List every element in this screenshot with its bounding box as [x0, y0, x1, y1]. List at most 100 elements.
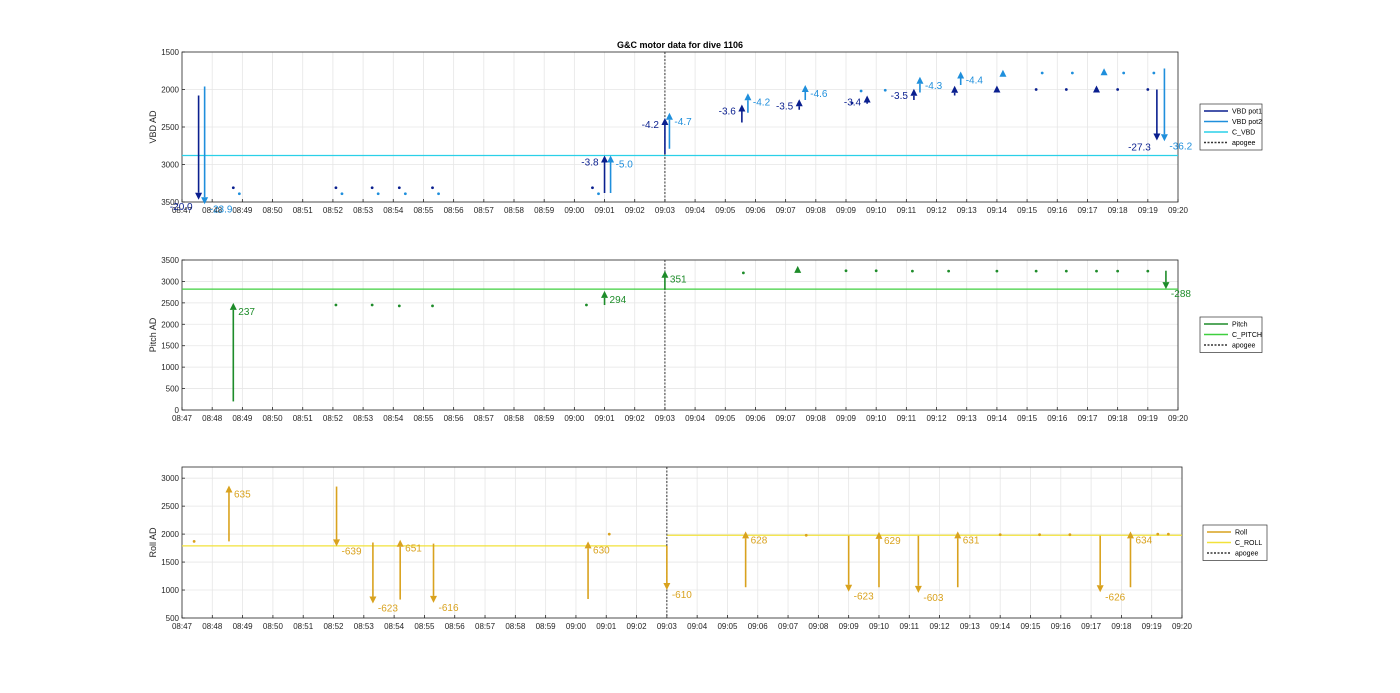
x-tick-label: 09:04 — [685, 414, 706, 423]
data-marker — [1095, 269, 1098, 273]
y-tick-label: 1000 — [161, 586, 179, 595]
x-tick-label: 08:48 — [202, 622, 223, 631]
x-tick-label: 09:03 — [657, 622, 678, 631]
arrow-value-label: -4.7 — [674, 117, 692, 128]
x-tick-label: 09:16 — [1051, 622, 1072, 631]
y-axis-label: VBD AD — [148, 110, 158, 144]
x-tick-label: 09:02 — [627, 622, 648, 631]
data-marker — [1116, 269, 1120, 273]
x-tick-label: 08:49 — [232, 414, 253, 423]
y-tick-label: 500 — [166, 385, 180, 394]
legend: Pitch C_PITCHapogee — [1199, 316, 1263, 353]
x-tick-label: 09:08 — [808, 622, 829, 631]
data-marker — [1038, 533, 1041, 537]
x-tick-label: 09:20 — [1168, 414, 1189, 423]
data-marker — [370, 303, 374, 307]
arrow-value-label: 628 — [751, 535, 768, 546]
x-tick-label: 08:57 — [474, 414, 495, 423]
data-marker — [591, 186, 594, 190]
data-marker — [1146, 269, 1150, 273]
x-tick-label: 09:11 — [897, 206, 917, 215]
chart-title: G&C motor data for dive 1106 — [617, 40, 743, 50]
data-marker — [192, 539, 196, 543]
x-tick-label: 09:08 — [806, 206, 827, 215]
arrow-value-label: -4.4 — [966, 76, 984, 87]
x-tick-label: 08:54 — [383, 206, 404, 215]
x-tick-label: 09:07 — [778, 622, 799, 631]
legend: VBD pot1 VBD pot2 C_VBDapogee — [1199, 103, 1263, 151]
x-tick-label: 08:49 — [232, 206, 253, 215]
arrow-value-label: 629 — [884, 536, 901, 547]
x-tick-label: 09:11 — [897, 414, 917, 423]
x-tick-label: 08:56 — [444, 206, 465, 215]
x-tick-label: 08:53 — [353, 206, 374, 215]
x-tick-label: 08:52 — [323, 622, 344, 631]
data-marker — [998, 533, 1002, 537]
x-tick-label: 08:51 — [293, 622, 314, 631]
data-marker — [911, 269, 914, 273]
x-tick-label: 09:11 — [900, 622, 920, 631]
data-marker — [334, 303, 338, 307]
y-tick-label: 1500 — [161, 48, 179, 57]
x-tick-label: 09:19 — [1138, 414, 1159, 423]
arrow-value-label: 351 — [670, 275, 687, 286]
x-tick-label: 08:58 — [505, 622, 526, 631]
y-tick-label: 2500 — [161, 299, 179, 308]
x-tick-label: 09:06 — [745, 206, 766, 215]
arrow-value-label: -36.2 — [1169, 141, 1192, 152]
y-axis-label: Roll AD — [148, 527, 158, 558]
x-tick-label: 09:06 — [748, 622, 769, 631]
chart-panel-3: 08:47 08:48 08:49 08:50 08:51 08:52 08:53 08:54… — [148, 466, 1268, 631]
arrow-value-label: -3.5 — [891, 91, 909, 102]
x-tick-label: 09:17 — [1077, 414, 1098, 423]
legend: Roll C_ROLLapogee — [1202, 524, 1268, 561]
arrow-value-label: -3.5 — [776, 101, 794, 112]
arrow-value-label: 635 — [234, 489, 251, 500]
data-marker — [231, 186, 235, 190]
arrow-value-label: -616 — [439, 603, 459, 614]
arrow-value-label: -4.3 — [925, 81, 943, 92]
x-tick-label: 08:50 — [263, 622, 284, 631]
x-tick-label: 09:18 — [1111, 622, 1132, 631]
x-tick-label: 09:03 — [655, 206, 676, 215]
x-tick-label: 09:13 — [960, 622, 981, 631]
data-marker — [237, 192, 241, 196]
x-tick-label: 08:53 — [354, 622, 375, 631]
x-tick-label: 08:52 — [323, 414, 344, 423]
arrow-value-label: -639 — [342, 546, 362, 557]
x-tick-label: 09:08 — [806, 414, 827, 423]
x-tick-label: 09:15 — [1020, 622, 1041, 631]
x-tick-label: 09:13 — [957, 206, 978, 215]
x-tick-label: 09:12 — [930, 622, 951, 631]
x-tick-label: 09:05 — [715, 414, 736, 423]
x-tick-label: 08:52 — [323, 206, 344, 215]
data-marker — [1070, 71, 1074, 75]
arrow-value-label: 294 — [610, 295, 627, 306]
x-tick-label: 08:54 — [384, 622, 405, 631]
x-tick-label: 08:58 — [504, 414, 525, 423]
x-tick-label: 08:59 — [536, 622, 557, 631]
x-tick-label: 09:12 — [927, 206, 948, 215]
x-tick-label: 09:18 — [1108, 206, 1129, 215]
x-tick-label: 08:50 — [263, 414, 284, 423]
x-tick-label: 09:00 — [564, 414, 585, 423]
y-tick-label: 2500 — [161, 502, 179, 511]
data-marker — [1068, 533, 1072, 537]
x-tick-label: 08:50 — [263, 206, 284, 215]
arrow-value-label: -3.6 — [719, 107, 737, 118]
arrow-value-label: -610 — [672, 590, 692, 601]
x-tick-label: 09:20 — [1172, 622, 1193, 631]
arrow-value-label: -27.3 — [1128, 143, 1151, 154]
x-tick-label: 09:16 — [1047, 206, 1068, 215]
data-marker — [607, 532, 611, 536]
data-marker — [844, 269, 848, 273]
data-marker — [804, 533, 808, 537]
arrow-value-label: 651 — [405, 544, 422, 555]
x-tick-label: 09:10 — [866, 206, 887, 215]
legend-label: apogee — [1232, 140, 1255, 147]
data-marker — [431, 304, 434, 308]
data-marker — [1122, 71, 1126, 75]
x-tick-label: 09:14 — [987, 414, 1008, 423]
data-marker — [859, 89, 863, 93]
arrow-value-label: -288 — [1171, 289, 1191, 300]
